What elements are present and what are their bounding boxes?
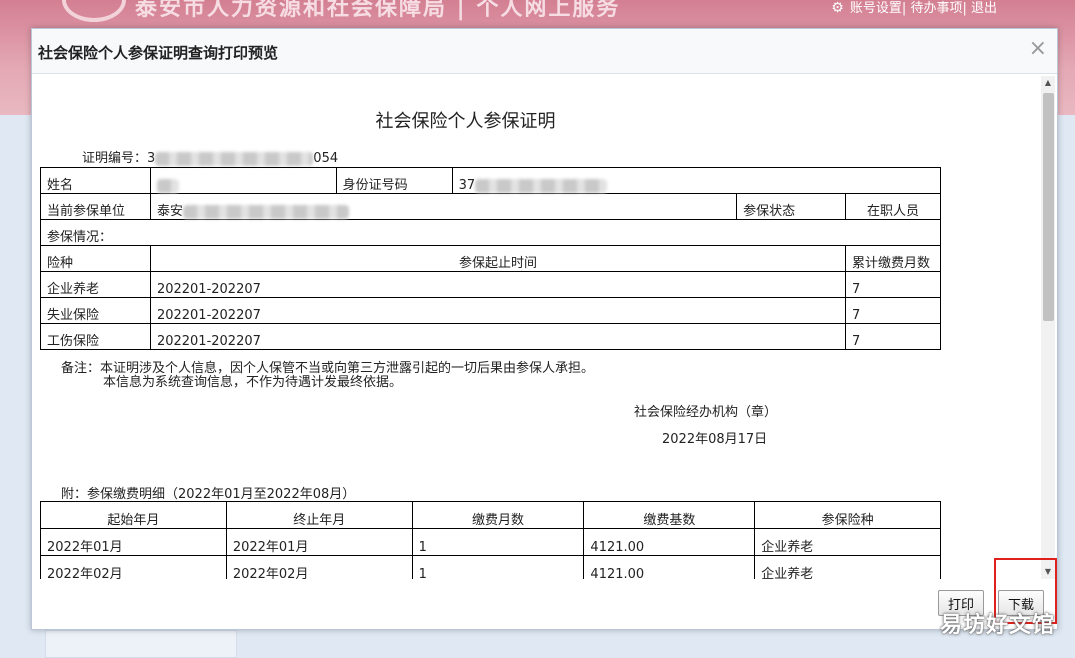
dialog-header: 社会保险个人参保证明查询打印预览 × [32,29,1057,74]
coverage-header-months: 累计缴费月数 [844,245,942,272]
nav-divider: | [901,1,907,16]
detail-start: 2022年01月 [40,528,227,556]
detail-header-end: 终止年月 [225,501,413,529]
document-title: 社会保险个人参保证明 [375,111,556,132]
id-label: 身份证号码 [335,167,453,194]
table-row: 2022年02月 2022年02月 1 4121.00 企业养老 [40,555,941,579]
cert-no-prefix: 3 [147,151,156,166]
close-icon[interactable]: × [1029,38,1047,60]
scroll-up-icon[interactable]: ▲ [1041,76,1055,90]
redacted-cert-no [155,151,314,166]
table-row: 工伤保险 202201-202207 7 [40,323,942,350]
coverage-header-type: 险种 [40,245,151,272]
table-row: 参保情况： [40,219,941,246]
detail-header-base: 缴费基数 [583,501,756,529]
nav-divider: | [962,1,967,16]
detail-caption: 附：参保缴费明细（2022年01月至2022年08月） [61,487,356,502]
coverage-type: 失业保险 [40,297,151,324]
name-label: 姓名 [40,167,151,194]
nav-todo[interactable]: 待办事项 [910,1,962,16]
note-line-1: 备注：本证明涉及个人信息，因个人保管不当或向第三方泄露引起的一切后果由参保人承担… [61,361,595,376]
table-row: 姓名 身份证号码 37 [40,167,942,194]
detail-months: 1 [411,528,585,556]
detail-header-start: 起始年月 [40,501,227,529]
cert-no-suffix: 054 [313,151,339,166]
issue-date: 2022年08月17日 [662,432,768,447]
nav-logout[interactable]: 退出 [971,1,997,16]
situation-label: 参保情况： [40,219,941,246]
coverage-header-period: 参保起止时间 [149,245,846,272]
coverage-type: 工伤保险 [40,323,151,350]
document-note: 备注：本证明涉及个人信息，因个人保管不当或向第三方泄露引起的一切后果由参保人承担… [61,362,594,390]
coverage-months: 7 [844,271,942,298]
note-line-2: 本信息为系统查询信息，不作为待遇计发最终依据。 [103,375,403,390]
coverage-period: 202201-202207 [149,297,846,324]
cert-no-label: 证明编号： [82,151,148,166]
coverage-period: 202201-202207 [149,271,846,298]
portal-logo-icon [62,0,126,22]
gear-icon: ⚙ [831,0,844,16]
portal-site-title: 泰安市人力资源和社会保障局 | 个人网上服务 [135,0,621,21]
document-viewport[interactable]: 社会保险个人参保证明 证明编号：3 054 姓名 身份证号码 37 当前参保单位 … [32,74,1043,579]
certificate-number: 证明编号：3 054 [82,147,338,166]
detail-header-type: 参保险种 [754,501,941,529]
table-row: 企业养老 202201-202207 7 [40,271,942,298]
detail-base: 4121.00 [583,555,756,579]
print-preview-dialog: 社会保险个人参保证明查询打印预览 × 社会保险个人参保证明 证明编号：3 054 … [31,28,1058,630]
coverage-period: 202201-202207 [149,323,846,350]
issuing-organization: 社会保险经办机构（章） [634,405,778,420]
table-header-row: 起始年月 终止年月 缴费月数 缴费基数 参保险种 [40,501,941,529]
coverage-months: 7 [844,297,942,324]
detail-type: 企业养老 [754,555,941,579]
detail-start: 2022年02月 [40,555,227,579]
status-value: 在职人员 [844,193,942,220]
table-row: 2022年01月 2022年01月 1 4121.00 企业养老 [40,528,941,556]
portal-top-nav: ⚙ 账号设置| 待办事项| 退出 [831,0,997,16]
detail-header-months: 缴费月数 [411,501,585,529]
dialog-title: 社会保险个人参保证明查询打印预览 [38,44,279,62]
unit-label: 当前参保单位 [40,193,151,220]
vertical-scrollbar[interactable]: ▲ ▼ [1041,76,1055,579]
detail-type: 企业养老 [754,528,941,556]
nav-account-settings[interactable]: 账号设置 [850,1,902,16]
id-value: 37 [451,167,942,194]
coverage-type: 企业养老 [40,271,151,298]
table-row: 险种 参保起止时间 累计缴费月数 [40,245,942,272]
detail-months: 1 [411,555,585,579]
watermark: 易坊好文馆 [939,613,1055,638]
unit-value: 泰安 [149,193,738,220]
background-panel [45,630,237,658]
status-label: 参保状态 [736,193,846,220]
detail-base: 4121.00 [583,528,756,556]
payment-detail-table: 起始年月 终止年月 缴费月数 缴费基数 参保险种 2022年01月 2022年0… [40,501,941,579]
detail-end: 2022年02月 [225,555,413,579]
detail-end: 2022年01月 [225,528,413,556]
insured-info-table: 姓名 身份证号码 37 当前参保单位 泰安 参保状态 在职人员 参保情况： 险种… [40,167,942,350]
name-value [149,167,337,194]
coverage-months: 7 [844,323,942,350]
table-row: 失业保险 202201-202207 7 [40,297,942,324]
table-row: 当前参保单位 泰安 参保状态 在职人员 [40,193,942,220]
scrollbar-thumb[interactable] [1043,93,1054,321]
